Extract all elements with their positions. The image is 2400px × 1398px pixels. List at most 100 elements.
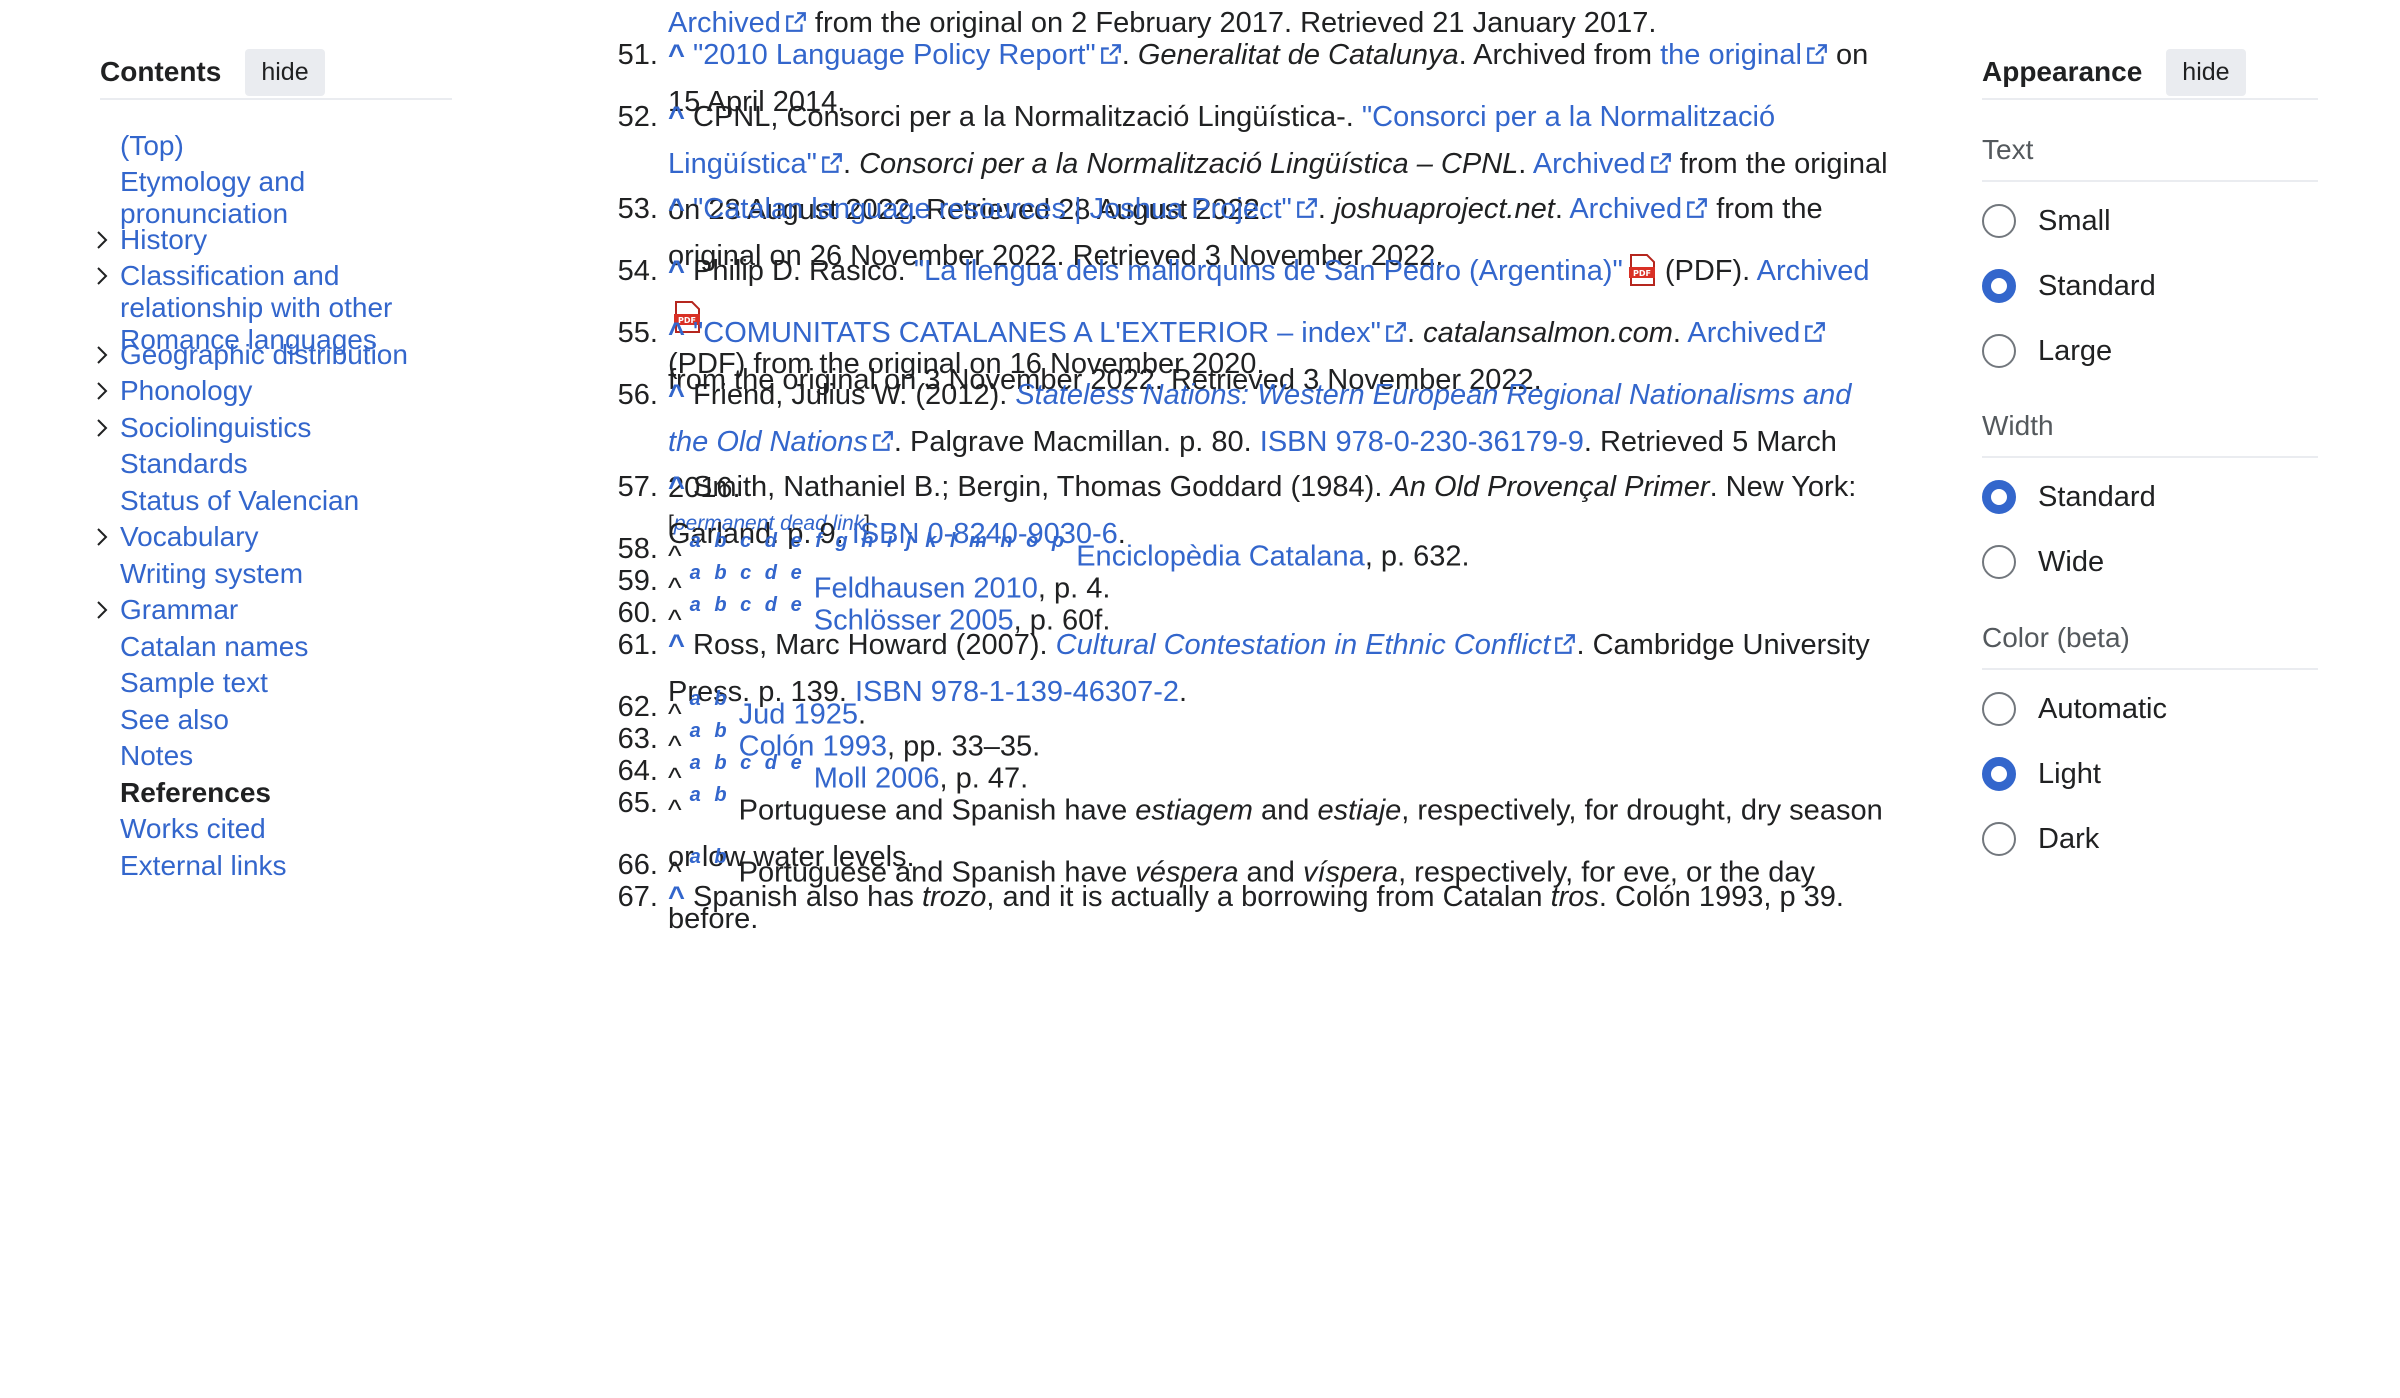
foreign-word: tros — [1550, 881, 1599, 913]
reference-text: . Colón 1993, p 39. — [1598, 881, 1844, 913]
radio-button[interactable] — [1982, 204, 2016, 238]
reference-text: Philip D. Rasico. — [693, 255, 914, 287]
toc-item-label: Sociolinguistics — [120, 412, 312, 443]
toc-item-catalan-names[interactable]: Catalan names — [120, 631, 440, 663]
toc-item-standards[interactable]: Standards — [120, 448, 440, 480]
chevron-right-icon[interactable] — [92, 375, 112, 407]
backlink-caret: ^ — [668, 794, 682, 827]
toc-item-label: Etymology and pronunciation — [120, 166, 306, 229]
backlink-letters[interactable]: a b — [690, 846, 731, 868]
toc-item-references[interactable]: References — [120, 777, 440, 809]
toc-item-phonology[interactable]: Phonology — [97, 375, 440, 407]
toc-item-history[interactable]: History — [97, 224, 440, 256]
toc-item-vocabulary[interactable]: Vocabulary — [97, 521, 440, 553]
chevron-right-icon[interactable] — [92, 521, 112, 553]
width-standard-option[interactable]: Standard — [1982, 480, 2156, 514]
reference-number: 52. — [617, 101, 658, 133]
option-label: Small — [2038, 204, 2111, 237]
reference-number: 57. — [617, 471, 658, 503]
option-label: Large — [2038, 334, 2113, 367]
backlink-caret[interactable]: ^ — [668, 471, 685, 503]
backlink-caret[interactable]: ^ — [668, 629, 685, 661]
reference-text: and — [1252, 794, 1318, 827]
radio-button[interactable] — [1982, 545, 2016, 579]
backlink-caret[interactable]: ^ — [668, 379, 685, 411]
color-light-option[interactable]: Light — [1982, 757, 2101, 791]
color-dark-option[interactable]: Dark — [1982, 822, 2099, 856]
toc-item-etymology[interactable]: Etymology and pronunciation — [120, 166, 440, 230]
backlink-caret[interactable]: ^ — [668, 101, 685, 133]
toc-item-top[interactable]: (Top) — [120, 130, 440, 162]
radio-button-selected[interactable] — [1982, 269, 2016, 303]
radio-button[interactable] — [1982, 334, 2016, 368]
backlink-letters[interactable]: a b — [690, 784, 731, 806]
chevron-right-icon[interactable] — [92, 594, 112, 626]
toc-item-notes[interactable]: Notes — [120, 740, 440, 772]
radio-button[interactable] — [1982, 822, 2016, 856]
toc-item-external-links[interactable]: External links — [120, 850, 440, 882]
radio-button[interactable] — [1982, 692, 2016, 726]
reference-text: Ross, Marc Howard (2007). — [693, 629, 1056, 661]
original-link[interactable]: the original — [1660, 39, 1802, 71]
backlink-caret[interactable]: ^ — [668, 317, 685, 349]
radio-button-selected[interactable] — [1982, 757, 2016, 791]
backlink-letters[interactable]: a b c d e f g h i j k l m n o p — [690, 530, 1068, 552]
chevron-right-icon[interactable] — [92, 224, 112, 256]
reference-number: 67. — [617, 881, 658, 913]
text-size-small-option[interactable]: Small — [1982, 204, 2111, 238]
reference-title-link[interactable]: Cultural Contestation in Ethnic Conflict — [1056, 629, 1551, 661]
chevron-right-icon[interactable] — [92, 412, 112, 444]
backlink-letters[interactable]: a b c d e — [690, 594, 806, 616]
isbn-link[interactable]: ISBN 978-0-230-36179-9 — [1260, 426, 1584, 458]
reference-title-link[interactable]: "2010 Language Policy Report" — [693, 39, 1096, 71]
toc-item-sample-text[interactable]: Sample text — [120, 667, 440, 699]
reference-publisher: joshuaproject.net — [1333, 193, 1555, 225]
reference-title-link[interactable]: "La llengua dels mallorquins de San Pedr… — [914, 255, 1623, 287]
toc-hide-button[interactable]: hide — [245, 48, 325, 96]
reference-number: 54. — [617, 255, 658, 287]
chevron-right-icon[interactable] — [92, 339, 112, 371]
reference-publisher: catalansalmon.com — [1423, 317, 1673, 349]
reference-title-link[interactable]: "COMUNITATS CATALANES A L'EXTERIOR – ind… — [693, 317, 1381, 349]
reference-text: . Archived from — [1458, 39, 1661, 71]
radio-button-selected[interactable] — [1982, 480, 2016, 514]
reference-publisher: Consorci per a la Normalització Lingüíst… — [859, 147, 1519, 180]
chevron-right-icon[interactable] — [92, 260, 112, 292]
foreign-word: trozo — [921, 881, 987, 913]
backlink-letters[interactable]: a b c d e — [690, 562, 806, 584]
toc-panel: Contents hide (Top) Etymology and pronun… — [97, 46, 452, 881]
reference-text: . Palgrave Macmillan. p. 80. — [893, 425, 1260, 458]
external-link-icon — [1386, 322, 1406, 342]
reference-text: , and it is actually a borrowing from Ca… — [986, 881, 1551, 913]
backlink-caret[interactable]: ^ — [668, 39, 685, 71]
toc-item-writing-system[interactable]: Writing system — [120, 558, 440, 590]
archived-link[interactable]: Archived — [1687, 317, 1800, 349]
archived-link[interactable]: Archived — [1569, 193, 1682, 225]
backlink-letters[interactable]: a b c d e — [690, 752, 806, 774]
external-link-icon — [1805, 322, 1826, 342]
text-size-standard-option[interactable]: Standard — [1982, 269, 2156, 303]
toc-item-grammar[interactable]: Grammar — [97, 594, 440, 626]
reference-text: Spanish also has — [693, 881, 922, 913]
toc-item-label: Vocabulary — [120, 521, 259, 552]
text-size-large-option[interactable]: Large — [1982, 334, 2112, 368]
backlink-letters[interactable]: a b — [690, 720, 731, 742]
width-wide-option[interactable]: Wide — [1982, 545, 2104, 579]
archived-link[interactable]: Archived — [1757, 255, 1870, 287]
archived-link[interactable]: Archived — [1533, 148, 1646, 180]
backlink-caret[interactable]: ^ — [668, 881, 685, 913]
reference-title-link[interactable]: "Catalan language resources | Joshua Pro… — [693, 193, 1292, 225]
backlink-letters[interactable]: a b — [690, 688, 731, 710]
backlink-caret[interactable]: ^ — [668, 255, 685, 287]
toc-item-valencian[interactable]: Status of Valencian — [120, 485, 440, 517]
appearance-hide-button[interactable]: hide — [2166, 48, 2246, 96]
toc-item-geographic[interactable]: Geographic distribution — [97, 339, 440, 371]
color-automatic-option[interactable]: Automatic — [1982, 692, 2167, 726]
external-link-icon — [1687, 198, 1708, 218]
option-label: Wide — [2038, 545, 2105, 578]
backlink-caret[interactable]: ^ — [668, 193, 685, 225]
reference-number: 53. — [617, 193, 658, 225]
toc-item-works-cited[interactable]: Works cited — [120, 813, 440, 845]
toc-item-sociolinguistics[interactable]: Sociolinguistics — [97, 412, 440, 444]
toc-item-see-also[interactable]: See also — [120, 704, 440, 736]
